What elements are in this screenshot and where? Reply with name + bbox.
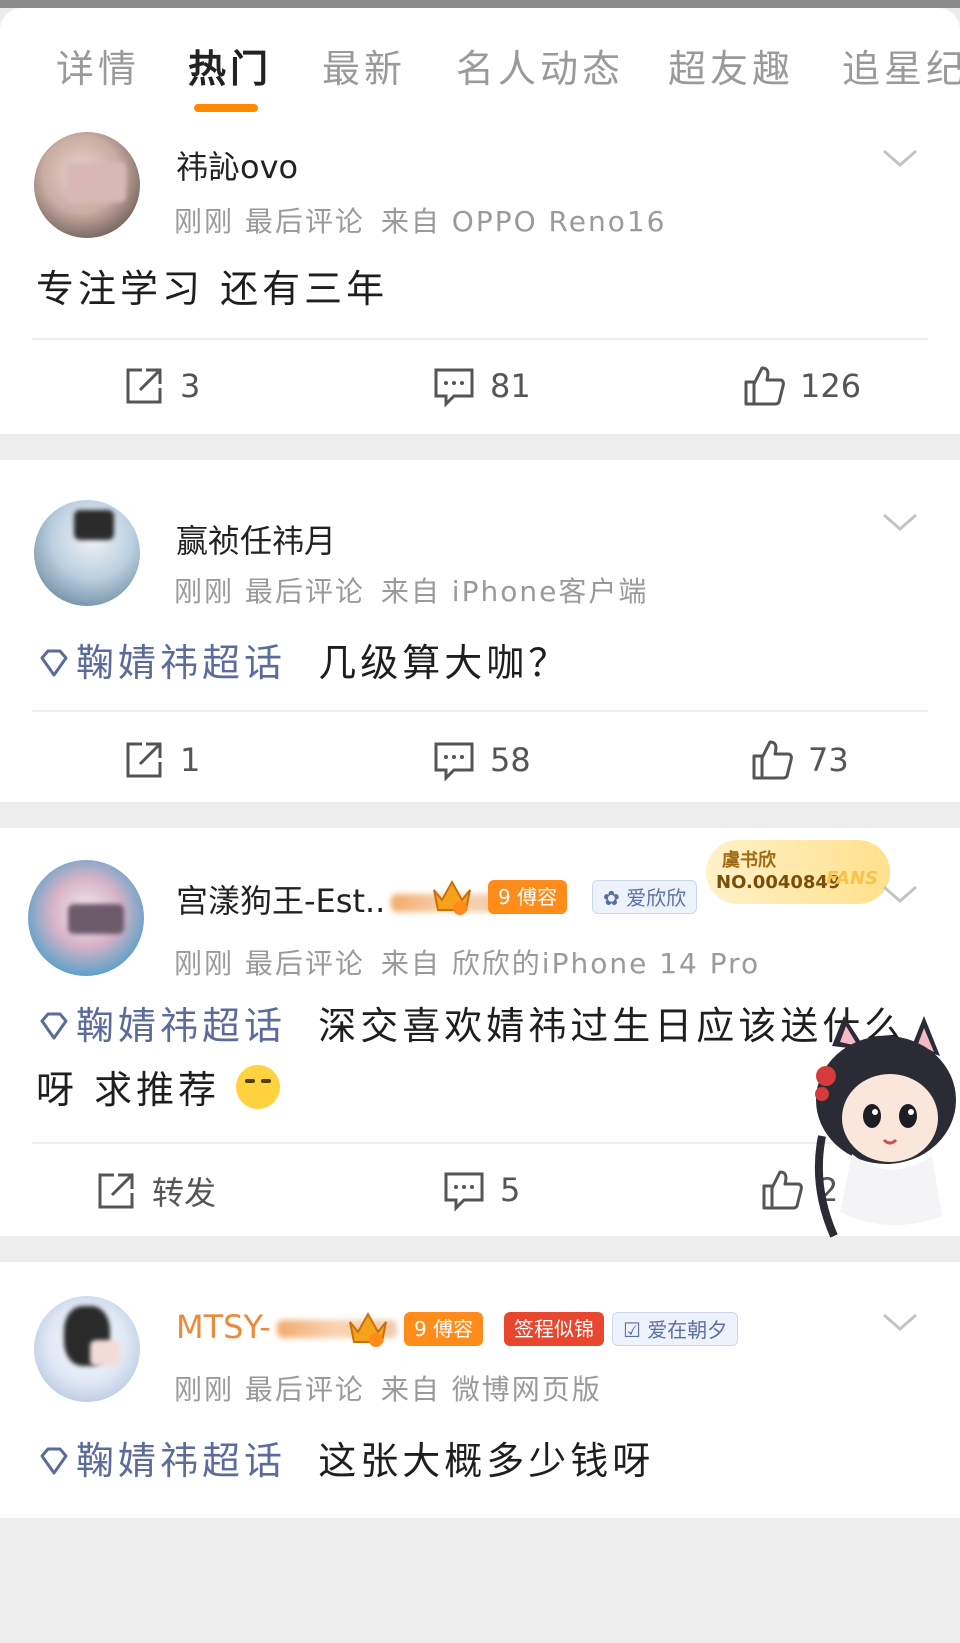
comment-count: 5	[500, 1171, 521, 1209]
tab-details[interactable]: 详情	[56, 38, 140, 93]
post-content: 鞠婧祎超话 几级算大咖？	[36, 632, 570, 687]
diamond-icon	[40, 1447, 68, 1475]
like-count: 126	[800, 367, 862, 405]
chevron-down-icon[interactable]	[882, 876, 918, 912]
post-meta: 刚刚 最后评论 来自 微博网页版	[174, 1373, 602, 1406]
club-badge: ✿ 爱欣欣	[592, 880, 698, 914]
tab-friends[interactable]: 超友趣	[668, 38, 794, 93]
post-meta: 刚刚 最后评论 来自 欣欣的iPhone 14 Pro	[174, 947, 761, 980]
sign-badge: 签程似锦	[504, 1312, 604, 1346]
thumbs-up-icon	[752, 740, 793, 780]
status-bar-edge	[0, 0, 960, 8]
level-badge: 9 傅容	[404, 1312, 484, 1346]
chevron-down-icon[interactable]	[882, 1304, 918, 1340]
like-count: 73	[808, 741, 849, 779]
avatar[interactable]	[28, 860, 144, 976]
tab-hot[interactable]: 热门	[188, 38, 272, 93]
post-content: 鞠婧祎超话 这张大概多少钱呀	[36, 1430, 654, 1485]
like-button[interactable]: 126	[742, 364, 861, 408]
avatar[interactable]	[34, 1296, 140, 1402]
repost-count: 1	[180, 741, 201, 779]
post-content: 专注学习 还有三年	[36, 267, 389, 311]
tab-bar: 详情 热门 最新 名人动态 超友趣 追星纪	[0, 8, 960, 126]
comment-button[interactable]: 58	[432, 738, 531, 782]
topic-link[interactable]: 鞠婧祎超话	[36, 1439, 286, 1483]
tab-celebrity[interactable]: 名人动态	[456, 38, 624, 93]
diamond-icon	[40, 649, 68, 677]
thumbs-up-icon	[744, 366, 785, 406]
tab-active-indicator	[194, 104, 258, 112]
fans-badge: 虞书欣 NO.0040849 FANS	[706, 840, 890, 904]
topic-link[interactable]: 鞠婧祎超话	[36, 641, 286, 685]
post-card[interactable]: 赢祯任祎月 刚刚 最后评论 来自 iPhone客户端 鞠婧祎超话 几级算大咖？ 1…	[0, 460, 960, 802]
comment-bubble-icon	[434, 368, 474, 408]
floating-cat-sticker[interactable]	[792, 1016, 960, 1246]
repost-count: 3	[180, 367, 201, 405]
avatar-mosaic	[68, 904, 124, 934]
crying-emoji-icon	[236, 1065, 281, 1109]
post-card[interactable]: 祎訫ovo 刚刚 最后评论 来自 OPPO Reno16 专注学习 还有三年 3 …	[0, 118, 960, 434]
comment-bubble-icon	[444, 1172, 484, 1212]
chevron-down-icon[interactable]	[882, 140, 918, 176]
avatar[interactable]	[34, 132, 140, 238]
diamond-icon	[40, 1012, 68, 1040]
divider	[32, 338, 928, 340]
post-meta: 刚刚 最后评论 来自 iPhone客户端	[174, 575, 649, 608]
avatar[interactable]	[34, 500, 140, 606]
divider	[32, 710, 928, 712]
avatar-mosaic	[74, 510, 114, 540]
chevron-down-icon[interactable]	[882, 504, 918, 540]
post-meta: 刚刚 最后评论 来自 OPPO Reno16	[174, 205, 667, 238]
comment-count: 81	[490, 367, 531, 405]
comment-bubble-icon	[434, 742, 474, 782]
repost-button[interactable]: 1	[122, 738, 200, 782]
comment-count: 58	[490, 741, 531, 779]
crown-icon	[349, 1311, 387, 1347]
avatar-mosaic	[66, 162, 126, 202]
comment-button[interactable]: 5	[442, 1168, 520, 1212]
like-button[interactable]: 73	[750, 738, 849, 782]
share-square-icon	[98, 1173, 134, 1209]
comment-button[interactable]: 81	[432, 364, 531, 408]
level-badge: 9 傅容	[488, 880, 568, 914]
club-badge: ☑ 爱在朝夕	[612, 1312, 739, 1346]
username[interactable]: 祎訫ovo	[176, 142, 298, 188]
avatar-mosaic	[90, 1340, 120, 1366]
username[interactable]: 赢祯任祎月	[176, 516, 336, 562]
repost-button[interactable]: 转发	[94, 1168, 216, 1214]
repost-label: 转发	[152, 1174, 217, 1212]
repost-button[interactable]: 3	[122, 364, 200, 408]
tab-star-diary[interactable]: 追星纪	[842, 38, 960, 93]
tab-latest[interactable]: 最新	[322, 38, 406, 93]
post-content: 鞠婧祎超话 深交喜欢婧祎过生日应该送什么呀 求推荐	[36, 1004, 907, 1112]
share-square-icon	[126, 368, 162, 404]
share-square-icon	[126, 742, 162, 778]
post-card[interactable]: MTSY- 9 傅容 签程似锦 ☑ 爱在朝夕 刚刚 最后评论 来自 微博网页版 鞠…	[0, 1262, 960, 1518]
crown-icon	[433, 879, 471, 915]
topic-link[interactable]: 鞠婧祎超话	[36, 1004, 286, 1048]
